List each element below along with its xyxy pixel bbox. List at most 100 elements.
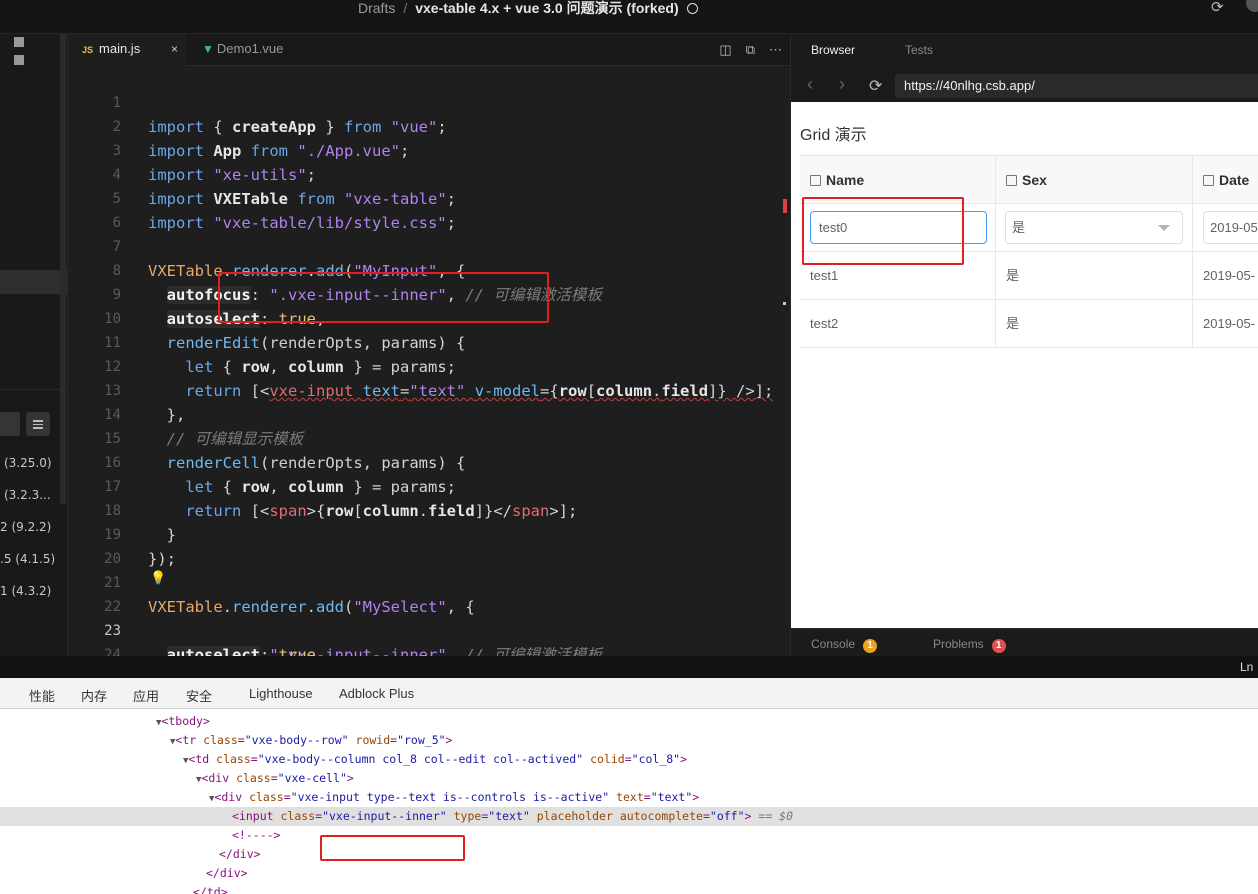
sidebar-scrollbar[interactable] (60, 34, 66, 504)
code-line: 25 let { row, column } = params; (68, 643, 790, 656)
date-input[interactable]: 2019-05 (1203, 211, 1258, 244)
globe-icon[interactable] (686, 3, 698, 14)
dom-node-close-div[interactable]: </div> (206, 864, 1258, 883)
code-line: 8 autofocus: ".vxe-input--inner", // 可编辑… (68, 235, 790, 304)
new-file-icon[interactable] (14, 37, 24, 47)
address-bar: ‹ › ⟳ https://40nlhg.csb.app/ (791, 70, 1258, 102)
error-ruler-marker (783, 199, 787, 213)
tab-memory[interactable]: 内存 (81, 686, 107, 705)
tab-browser[interactable]: Browser (811, 43, 855, 57)
sidebar-toolbar (14, 34, 54, 65)
back-icon[interactable]: ‹ (807, 74, 813, 95)
code-line: 3 import "xe-utils"; (68, 115, 790, 184)
split-editor-icon[interactable]: ◫ (719, 42, 731, 57)
tab-label: Demo1.vue (216, 41, 284, 56)
browser-tab-bar: Browser Tests (791, 34, 1258, 66)
code-line: 5 import "vxe-table/lib/style.css"; (68, 163, 790, 232)
edit-icon (810, 175, 821, 186)
highlight-box-class (320, 835, 465, 861)
cursor-position: Ln (1240, 660, 1254, 674)
breadcrumb-drafts[interactable]: Drafts (358, 0, 395, 16)
menu-icon[interactable] (26, 412, 50, 436)
edit-icon (1203, 175, 1214, 186)
dependency-item[interactable]: .5 (4.1.5) (0, 552, 55, 566)
sex-select[interactable]: 是 (1005, 211, 1183, 244)
date-cell[interactable]: 2019-05- (1193, 252, 1258, 300)
dependency-item[interactable]: (3.2.3... (4, 488, 51, 502)
open-preview-icon[interactable]: ⧉ (746, 42, 755, 57)
column-header-sex[interactable]: Sex (996, 156, 1193, 204)
tab-performance[interactable]: 性能 (29, 686, 55, 705)
dom-node-input-selected[interactable]: <input class="vxe-input--inner" type="te… (0, 807, 1258, 826)
vue-file-icon: ▼ (202, 42, 214, 56)
code-editor: JS main.js × ▼ Demo1.vue ◫ ⧉ ⋯ 1 import { cr… (68, 34, 790, 656)
page-title: Grid 演示 (800, 127, 867, 144)
editor-actions: ◫ ⧉ ⋯ (705, 34, 782, 66)
more-icon[interactable]: ⋯ (769, 42, 782, 57)
tab-label: main.js (99, 41, 141, 56)
lightbulb-icon[interactable]: 💡 (150, 567, 166, 591)
sex-cell: 是 (996, 204, 1193, 252)
code-line: 7 VXETable.renderer.add("MyInput", { (68, 211, 790, 280)
console-count-badge: 1 (863, 639, 878, 653)
preview-page: Grid 演示 Name Sex Date test0 是 2019-05 te… (791, 102, 1258, 628)
table-row[interactable]: test2 是 2019-05- (800, 300, 1258, 348)
sex-cell[interactable]: 是 (996, 252, 1193, 300)
tab-partial[interactable]: s (0, 686, 1, 701)
chevron-down-icon (1158, 225, 1170, 231)
data-grid: Name Sex Date test0 是 2019-05 test1 是 20… (800, 155, 1258, 348)
tab-main-js[interactable]: JS main.js × (68, 34, 186, 66)
browser-panel: Browser Tests ‹ › ⟳ https://40nlhg.csb.a… (790, 34, 1258, 656)
close-icon[interactable]: × (171, 34, 178, 64)
breadcrumb-separator: / (403, 0, 408, 16)
tab-tests[interactable]: Tests (905, 43, 933, 57)
console-tab[interactable]: Console 1 (811, 637, 878, 653)
editor-tab-bar: JS main.js × ▼ Demo1.vue ◫ ⧉ ⋯ (68, 34, 790, 66)
problems-tab[interactable]: Problems 1 (933, 637, 1006, 653)
tab-adblock-plus[interactable]: Adblock Plus (339, 686, 414, 701)
refresh-icon[interactable]: ⟳ (1211, 0, 1225, 16)
tab-security[interactable]: 安全 (186, 686, 212, 705)
browser-status-bar: Console 1 Problems 1 (791, 628, 1258, 656)
code-area[interactable]: 1 import { createApp } from "vue"; 2 imp… (68, 67, 790, 656)
title-bar: Drafts / vxe-table 4.x + vue 3.0 问题演示 (for… (0, 0, 1258, 34)
reload-icon[interactable]: ⟳ (869, 76, 882, 96)
code-line: 12 return [<vxe-input text="text" v-mode… (68, 331, 790, 400)
js-file-icon: JS (82, 45, 94, 55)
code-line: 4 import VXETable from "vxe-table"; (68, 139, 790, 208)
date-cell[interactable]: 2019-05- (1193, 300, 1258, 348)
code-line: 22 💡 autofocus: ".vxe-input--inner", // … (68, 571, 790, 656)
dependency-search-input[interactable] (0, 412, 20, 436)
dom-node-tr[interactable]: ▼<tr class="vxe-body--row" rowid="row_5"… (170, 731, 1258, 750)
tab-application[interactable]: 应用 (133, 686, 159, 705)
dom-node-tbody[interactable]: ▼<tbody> (156, 712, 1258, 731)
devtools-tab-bar: s 性能 内存 应用 安全 Lighthouse Adblock Plus (0, 678, 1258, 709)
dom-node-div-cell[interactable]: ▼<div class="vxe-cell"> (196, 769, 1258, 788)
app-window: Drafts / vxe-table 4.x + vue 3.0 问题演示 (for… (0, 0, 1258, 894)
project-title[interactable]: vxe-table 4.x + vue 3.0 问题演示 (forked) (415, 0, 678, 16)
column-header-date[interactable]: Date (1193, 156, 1258, 204)
ruler-marker (783, 302, 786, 305)
dom-node-div-input[interactable]: ▼<div class="vxe-input type--text is--co… (209, 788, 1258, 807)
code-line: 17 return [<span>{row[column.field]}</sp… (68, 451, 790, 520)
code-line: 18 } (68, 475, 790, 544)
dom-node-td[interactable]: ▼<td class="vxe-body--column col_8 col--… (183, 750, 1258, 769)
code-line: 23 autoselect: true, (68, 595, 790, 656)
dependency-item[interactable]: 1 (4.3.2) (0, 584, 51, 598)
url-input[interactable]: https://40nlhg.csb.app/ (895, 74, 1258, 98)
code-line: 24 renderEdit(renderOpts, params) { (68, 619, 790, 656)
tab-demo1-vue[interactable]: ▼ Demo1.vue (186, 34, 318, 66)
date-cell: 2019-05 (1193, 204, 1258, 252)
name-cell[interactable]: test2 (800, 300, 996, 348)
dom-node-close-td[interactable]: </td> (193, 883, 1258, 894)
sex-cell[interactable]: 是 (996, 300, 1193, 348)
tab-lighthouse[interactable]: Lighthouse (249, 686, 313, 701)
forward-icon[interactable]: › (839, 74, 845, 95)
dependency-item[interactable]: 2 (9.2.2) (0, 520, 51, 534)
sidebar-selected-item[interactable] (0, 270, 67, 294)
avatar[interactable] (1246, 0, 1258, 12)
code-line: 2 import App from "./App.vue"; (68, 91, 790, 160)
dependency-item[interactable]: (3.25.0) (4, 456, 52, 470)
new-folder-icon[interactable] (14, 55, 24, 65)
elements-tree[interactable]: ▼<tbody> ▼<tr class="vxe-body--row" rowi… (0, 709, 1258, 894)
